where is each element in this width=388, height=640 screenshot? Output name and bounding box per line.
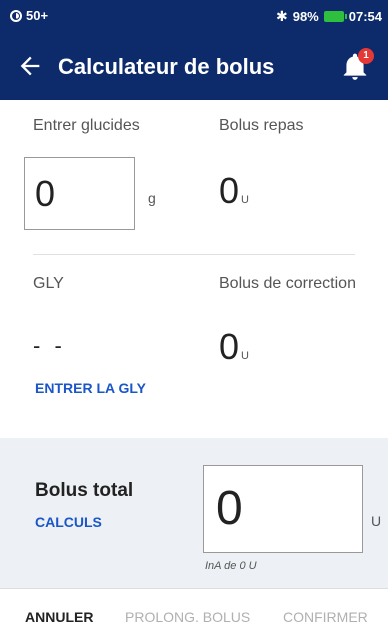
bluetooth-icon: ✱	[275, 8, 288, 24]
battery-icon	[323, 11, 347, 22]
correction-bolus-value: 0	[219, 326, 240, 367]
carbs-label: Entrer glucides	[33, 117, 140, 134]
meal-bolus-unit: U	[241, 194, 249, 206]
back-arrow-icon[interactable]	[16, 52, 44, 80]
carbs-input[interactable]: 0	[24, 157, 135, 230]
app-bar: Calculateur de bolus 1	[0, 32, 388, 100]
notifications-button[interactable]: 1	[342, 48, 374, 82]
carbs-unit: g	[148, 190, 156, 206]
clock: 07:54	[348, 9, 382, 24]
status-left: 50+	[10, 8, 48, 23]
battery-percent: 98%	[292, 9, 319, 24]
insulin-on-board-text: InA de 0 U	[205, 560, 257, 572]
status-bar: 50+ ✱ 98% 07:54	[0, 0, 388, 32]
footer-actions: ANNULER PROLONG. BOLUS CONFIRMER	[0, 588, 388, 640]
glucose-value: - -	[33, 333, 66, 358]
correction-bolus-unit: U	[241, 350, 249, 362]
meal-bolus-label: Bolus repas	[219, 117, 304, 134]
sim-icon	[10, 9, 22, 22]
total-bolus-input[interactable]: 0	[203, 465, 363, 553]
notification-count: 50+	[26, 8, 49, 23]
status-right: ✱ 98% 07:54	[276, 8, 382, 25]
meal-bolus-value-group: 0U	[219, 170, 249, 212]
extend-bolus-button[interactable]: PROLONG. BOLUS	[125, 609, 250, 625]
total-bolus-unit: U	[371, 513, 382, 529]
page-title: Calculateur de bolus	[58, 54, 275, 79]
enter-glucose-link[interactable]: ENTRER LA GLY	[35, 380, 146, 396]
meal-bolus-value: 0	[219, 170, 240, 211]
notification-badge: 1	[358, 48, 374, 64]
glucose-label: GLY	[33, 275, 64, 292]
divider	[33, 254, 355, 255]
correction-bolus-label: Bolus de correction	[219, 275, 356, 292]
total-bolus-label: Bolus total	[35, 480, 134, 501]
cancel-button[interactable]: ANNULER	[25, 609, 93, 625]
calculations-link[interactable]: CALCULS	[35, 514, 102, 530]
confirm-button[interactable]: CONFIRMER	[283, 609, 368, 625]
correction-bolus-value-group: 0U	[219, 326, 249, 368]
